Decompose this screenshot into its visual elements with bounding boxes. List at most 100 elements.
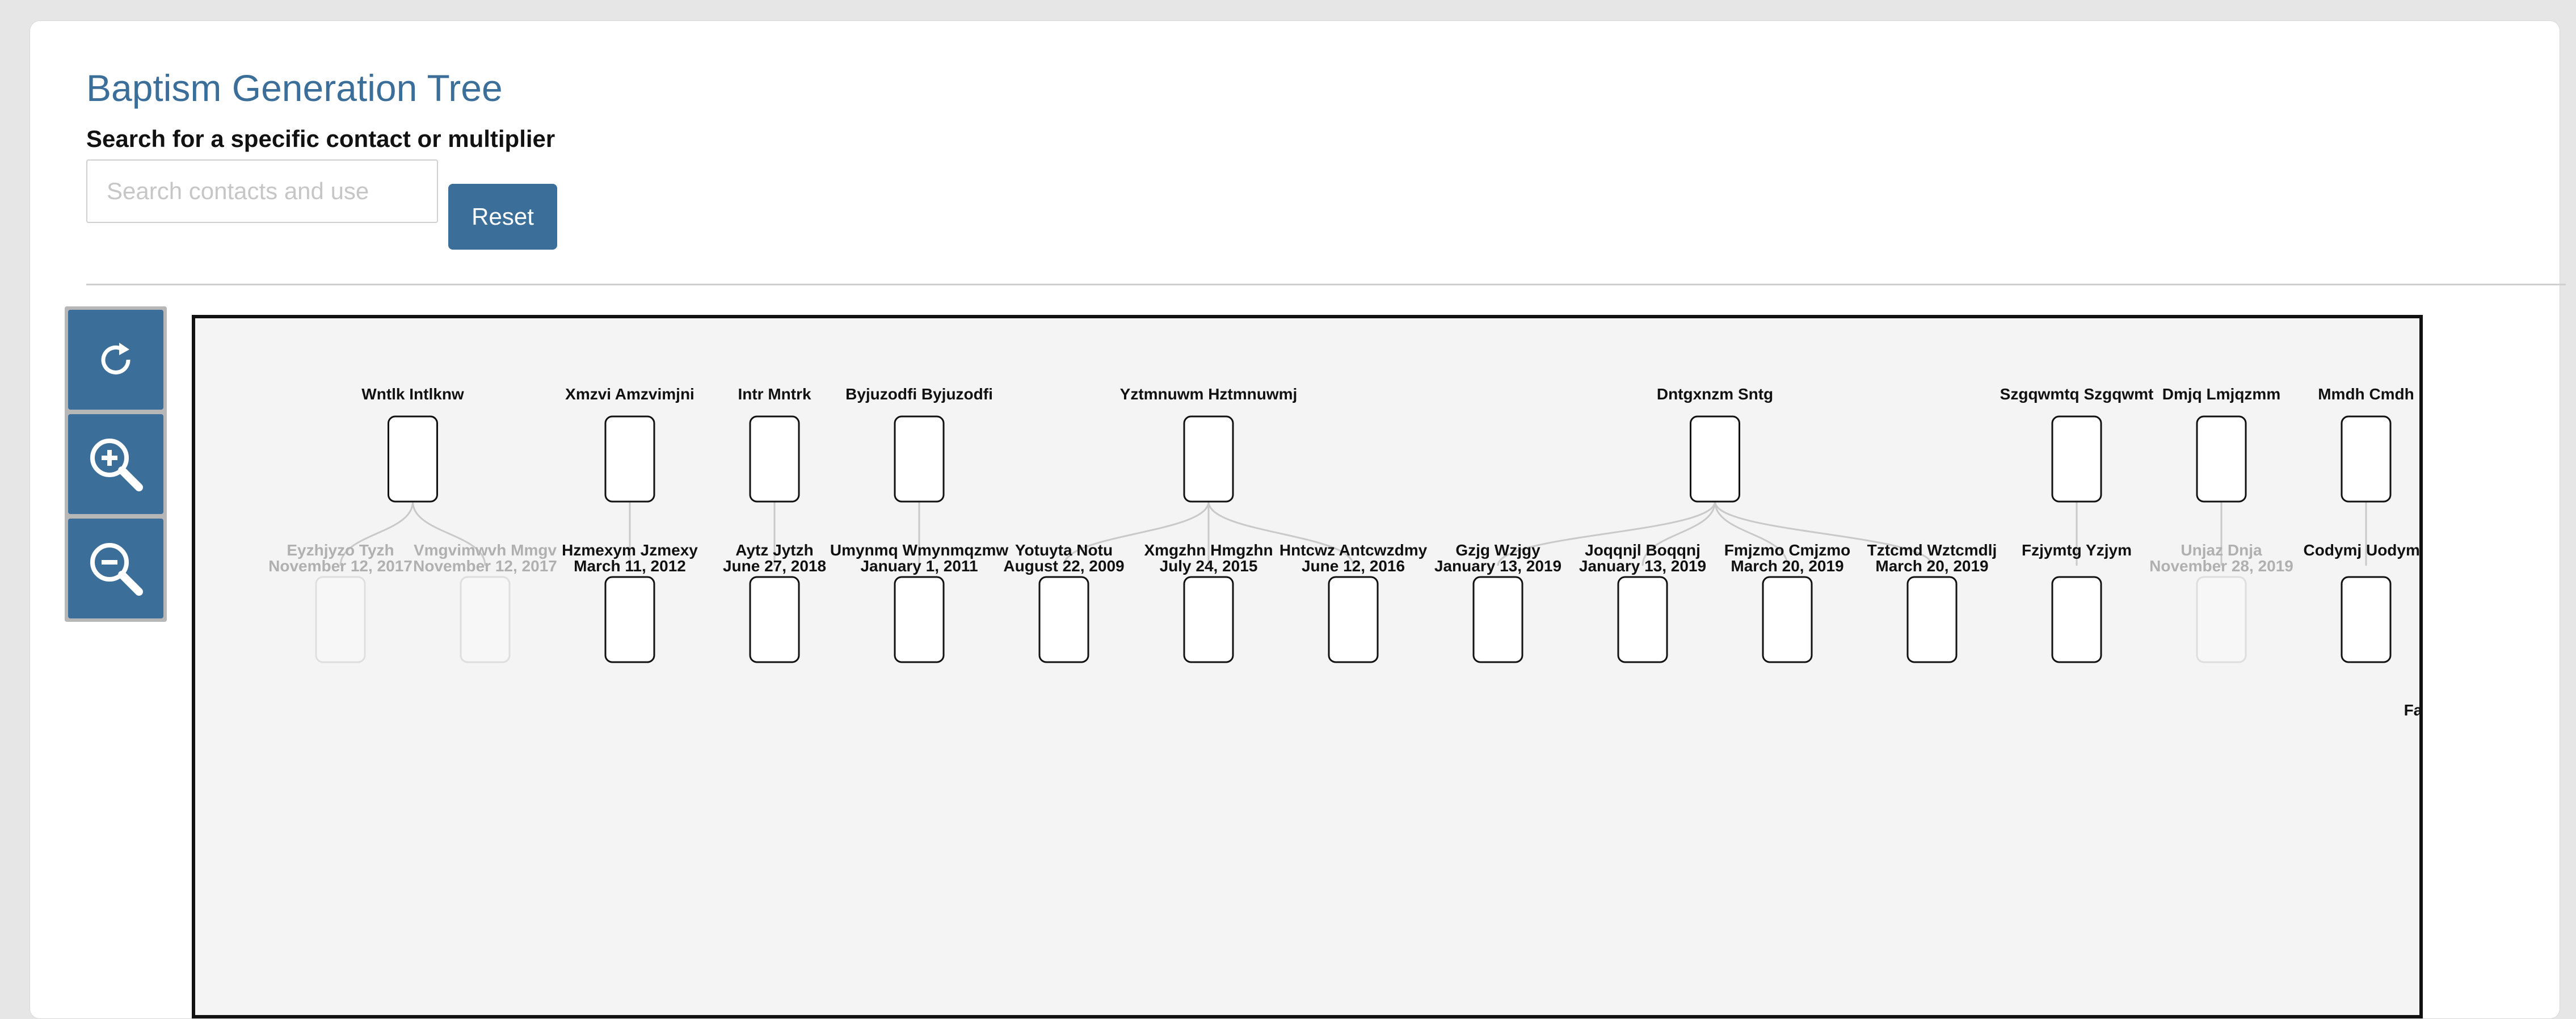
node-box[interactable] [315,576,366,663]
node-box[interactable] [2341,415,2392,503]
zoom-out-icon [90,543,143,596]
node-box[interactable] [2196,576,2247,663]
tree-node[interactable]: Gzjg WzjgyJanuary 13, 2019 [1434,541,1561,663]
node-date: June 12, 2016 [1302,557,1405,575]
node-name: Vmgvimwvh Mmgv [414,541,557,559]
node-box[interactable] [749,576,800,663]
node-box[interactable] [2051,576,2102,663]
node-name: Mmdh Cmdh [2318,385,2414,403]
node-name: Joqqnjl Boqqnj [1585,541,1701,559]
tree-panel[interactable]: Wntlk Intlknw Eyzhjyzo Tyzh November 12, 2… [192,315,2423,1018]
node-box[interactable] [894,415,945,503]
tree-canvas[interactable]: Wntlk IntlknwEyzhjyzo TyzhNovember 12, 2… [195,318,2419,1015]
node-name: Aytz Jytzh [735,541,813,559]
tree-node[interactable]: Wntlk Intlknw [361,385,464,503]
zoom-in-icon [90,439,143,491]
tree-node[interactable]: Codymj Uodymjj [2304,541,2419,663]
refresh-icon [101,343,131,374]
node-date: November 12, 2017 [268,557,413,575]
node-date: March 20, 2019 [1875,557,1988,575]
node-box[interactable] [2341,576,2392,663]
node-box[interactable] [1690,415,1740,503]
node-box[interactable] [1183,415,1234,503]
tree-node[interactable]: Dmjq Lmjqzmm [2162,385,2280,503]
tree-controls [65,306,167,622]
tree-node[interactable]: Faithful Men [2404,701,2419,822]
node-date: November 28, 2019 [2149,557,2293,575]
page-title: Baptism Generation Tree [86,67,503,109]
node-name: Xmgzhn Hmgzhn [1144,541,1273,559]
tree-node[interactable]: Tztcmd WztcmdljMarch 20, 2019 [1867,541,1997,663]
node-name: Unjaz Dnja [2181,541,2262,559]
refresh-button[interactable] [68,310,163,410]
node-box[interactable] [604,415,655,503]
node-box[interactable] [1038,576,1089,663]
tree-node[interactable]: Eyzhjyzo TyzhNovember 12, 2017 [268,541,413,663]
node-box[interactable] [1183,576,1234,663]
node-name: Gzjg Wzjgy [1455,541,1540,559]
node-name: Yztmnuwm Hztmnuwmj [1120,385,1298,403]
node-date: March 11, 2012 [574,557,686,575]
node-name: Hzmexym Jzmexy [562,541,698,559]
tree-node[interactable]: Joqqnjl BoqqnjJanuary 13, 2019 [1579,541,1706,663]
zoom-out-button[interactable] [68,519,163,618]
node-box[interactable] [894,576,945,663]
tree-node[interactable]: Unjaz DnjaNovember 28, 2019 [2149,541,2293,663]
node-date: March 20, 2019 [1731,557,1843,575]
node-box[interactable] [604,576,655,663]
node-date: November 12, 2017 [413,557,557,575]
zoom-in-button[interactable] [68,414,163,514]
tree-node[interactable]: Vmgvimwvh MmgvNovember 12, 2017 [413,541,557,663]
node-name: Codymj Uodymjj [2304,541,2419,559]
node-box[interactable] [1328,576,1379,663]
tree-node[interactable]: Yztmnuwm Hztmnuwmj [1120,385,1298,503]
tree-node[interactable]: Yotuyta NotuAugust 22, 2009 [1003,541,1125,663]
node-name: Intr Mntrk [738,385,811,403]
node-name: Eyzhjyzo Tyzh [287,541,394,559]
node-name: Yotuyta Notu [1015,541,1113,559]
node-name: Fzjymtg Yzjym [2022,541,2132,559]
tree-node[interactable]: Hntcwz AntcwzdmyJune 12, 2016 [1279,541,1428,663]
tree-node[interactable]: Aytz JytzhJune 27, 2018 [723,541,826,663]
node-name: Tztcmd Wztcmdlj [1867,541,1997,559]
node-name: Fmjzmo Cmjzmo [1724,541,1850,559]
node-date: January 13, 2019 [1579,557,1706,575]
node-box[interactable] [2196,415,2247,503]
divider [86,284,2566,285]
node-box[interactable] [1906,576,1958,663]
tree-node[interactable]: Mmdh Cmdh [2318,385,2414,503]
node-name: Umynmq Wmynmqzmw [830,541,1008,559]
node-name: Dmjq Lmjqzmm [2162,385,2280,403]
node-date: June 27, 2018 [723,557,826,575]
tree-node[interactable]: Intr Mntrk [738,385,811,503]
node-name: Szgqwmtq Szgqwmt [2000,385,2154,403]
node-name: Faithful Men [2404,701,2419,719]
node-box[interactable] [1617,576,1668,663]
node-date: July 24, 2015 [1160,557,1258,575]
node-date: January 1, 2011 [860,557,978,575]
tree-node[interactable]: Umynmq WmynmqzmwJanuary 1, 2011 [830,541,1008,663]
node-date: January 13, 2019 [1434,557,1561,575]
node-box[interactable] [2051,415,2102,503]
node-box[interactable] [388,415,438,503]
node-box[interactable] [1762,576,1813,663]
node-box[interactable] [1472,576,1523,663]
node-name: Wntlk Intlknw [361,385,464,403]
node-date: August 22, 2009 [1003,557,1124,575]
tree-node[interactable]: Dntgxnzm Sntg [1657,385,1773,503]
tree-node[interactable]: Hzmexym JzmexyMarch 11, 2012 [562,541,698,663]
search-input[interactable] [86,159,438,223]
reset-button[interactable]: Reset [448,184,557,250]
node-name: Hntcwz Antcwzdmy [1279,541,1428,559]
tree-node[interactable]: Byjuzodfi Byjuzodfi [845,385,993,503]
node-name: Dntgxnzm Sntg [1657,385,1773,403]
node-name: Xmzvi Amzvimjni [565,385,694,403]
tree-node[interactable]: Xmgzhn HmgzhnJuly 24, 2015 [1144,541,1273,663]
node-box[interactable] [460,576,511,663]
tree-node[interactable]: Szgqwmtq Szgqwmt [2000,385,2154,503]
node-name: Byjuzodfi Byjuzodfi [845,385,993,403]
search-label: Search for a specific contact or multipl… [86,125,555,152]
tree-node[interactable]: Xmzvi Amzvimjni [565,385,694,503]
tree-node[interactable]: Fmjzmo CmjzmoMarch 20, 2019 [1724,541,1850,663]
node-box[interactable] [749,415,800,503]
